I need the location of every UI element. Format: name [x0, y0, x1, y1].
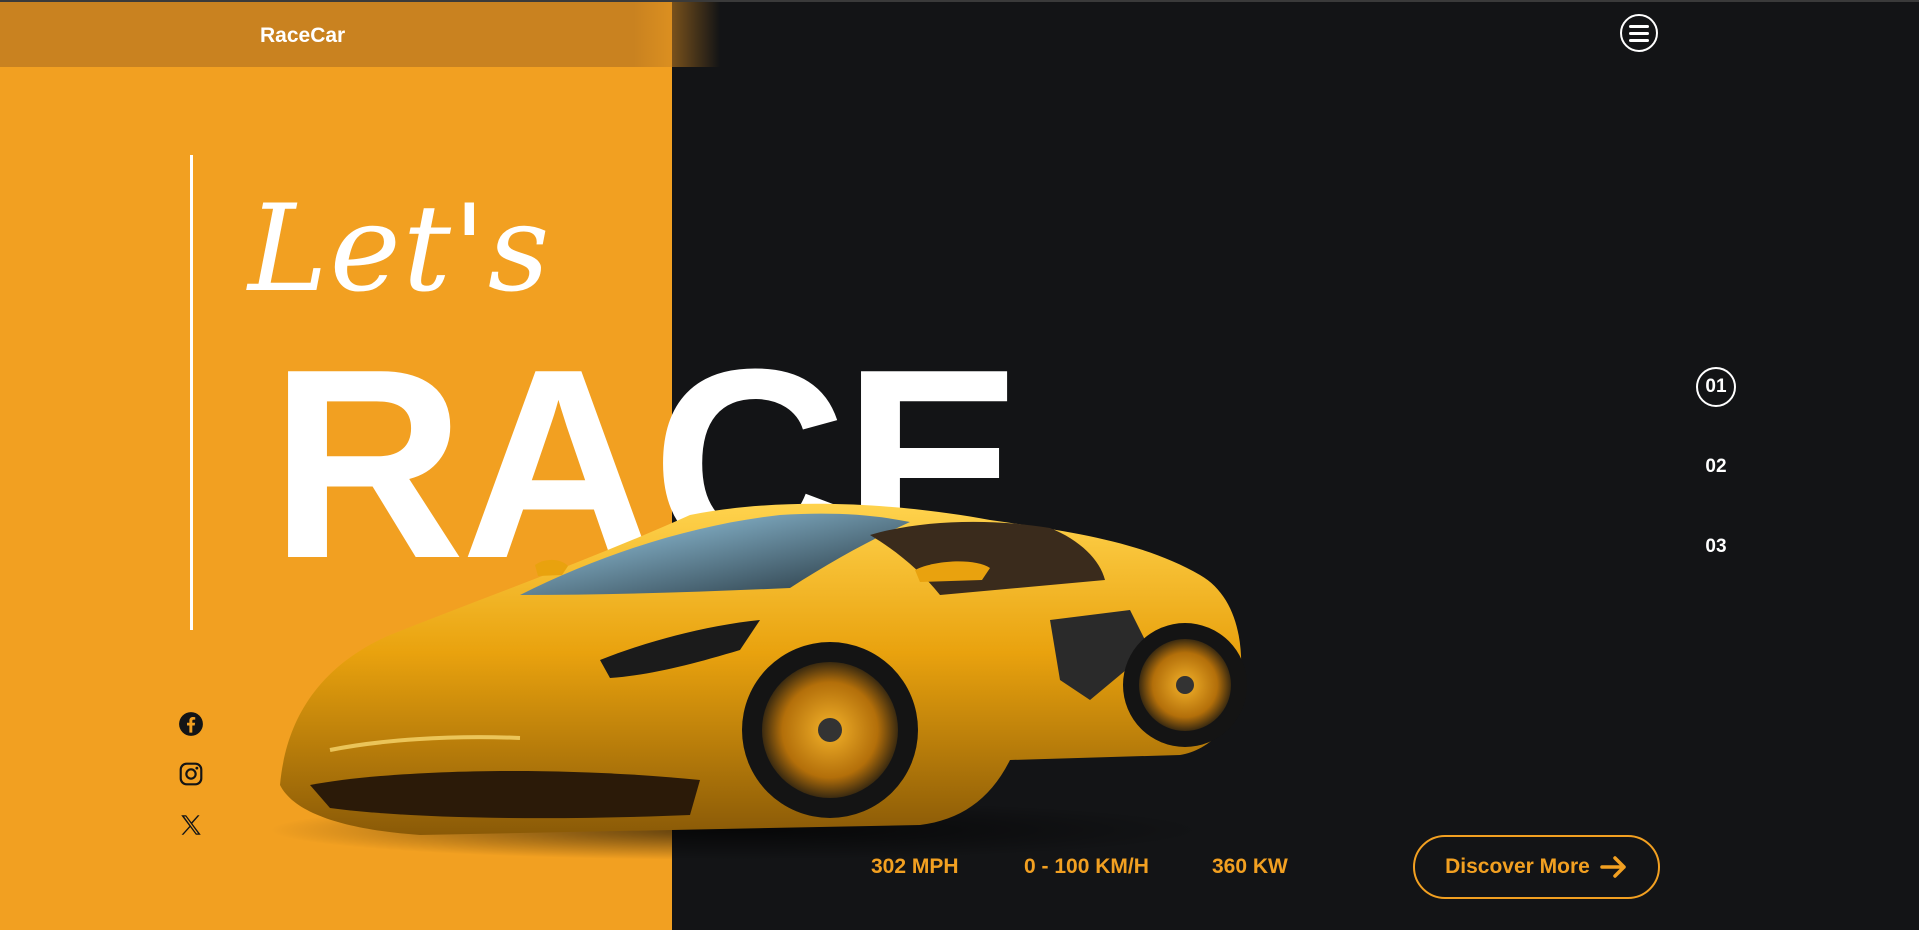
x-icon[interactable] — [178, 812, 204, 838]
discover-more-label: Discover More — [1445, 855, 1590, 878]
slide-indicator-02[interactable]: 02 — [1696, 447, 1736, 487]
slide-indicator-03[interactable]: 03 — [1696, 527, 1736, 567]
menu-line — [1629, 38, 1649, 42]
stat-power: 360 KW — [1212, 855, 1288, 878]
brand-logo[interactable]: RaceCar — [260, 24, 345, 48]
menu-line — [1629, 24, 1649, 28]
top-navbar: RaceCar — [0, 2, 720, 67]
menu-line — [1629, 31, 1649, 35]
facebook-icon[interactable] — [178, 711, 204, 737]
sports-car-image — [270, 503, 1247, 860]
arrow-right-icon — [1600, 856, 1626, 878]
vertical-divider — [190, 155, 193, 630]
hero-script-text: Let's — [248, 180, 552, 319]
discover-more-button[interactable]: Discover More — [1413, 835, 1660, 899]
stat-acceleration: 0 - 100 KM/H — [1024, 855, 1149, 878]
instagram-icon[interactable] — [178, 761, 204, 787]
slide-indicator-01[interactable]: 01 — [1696, 367, 1736, 407]
stat-top-speed: 302 MPH — [871, 855, 959, 878]
hamburger-menu-button[interactable] — [1620, 14, 1658, 52]
